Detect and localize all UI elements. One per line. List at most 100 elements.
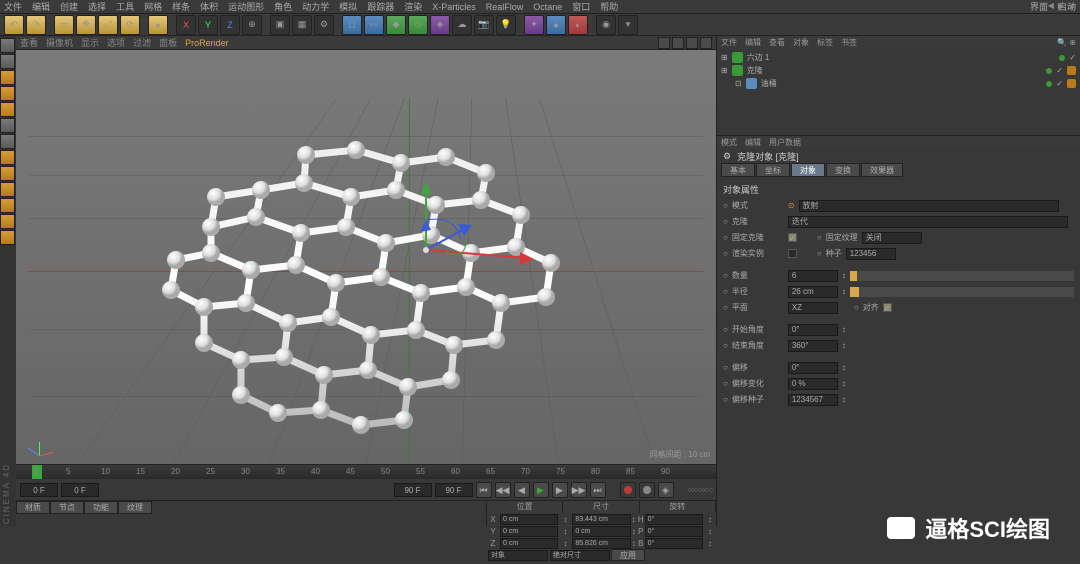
- mat-tab-func[interactable]: 功能: [84, 501, 118, 514]
- x-axis-toggle[interactable]: X: [176, 15, 196, 35]
- attr-end-field[interactable]: 360°: [788, 340, 838, 352]
- obj-item-0[interactable]: ⊞六边 1✓: [721, 51, 1076, 64]
- menu-window[interactable]: 窗口: [572, 0, 590, 13]
- environment[interactable]: ☁: [452, 15, 472, 35]
- attr-radius-field[interactable]: 26 cm: [788, 286, 838, 298]
- play-button[interactable]: ▶: [533, 482, 549, 498]
- menu-volume[interactable]: 体积: [200, 0, 218, 13]
- prev-frame-button[interactable]: ◀: [514, 482, 530, 498]
- attr-instance-checkbox[interactable]: [788, 249, 797, 258]
- viewport-3d[interactable]: 网格间距 : 10 cm: [16, 50, 716, 464]
- attr-start-field[interactable]: 0°: [788, 324, 838, 336]
- coord-system[interactable]: ⊕: [242, 15, 262, 35]
- rotate-tool[interactable]: ⟳: [120, 15, 140, 35]
- cube-primitive[interactable]: ◻: [342, 15, 362, 35]
- attr-fixtex-dropdown[interactable]: 关闭: [862, 232, 922, 244]
- attr-offset-field[interactable]: 0°: [788, 362, 838, 374]
- goto-end-button[interactable]: ⏭: [590, 482, 606, 498]
- om-menu-tags[interactable]: 标签: [817, 37, 833, 48]
- vp-nav1[interactable]: [658, 37, 670, 49]
- record-button[interactable]: [620, 482, 636, 498]
- attr-mode-dropdown[interactable]: 放射: [799, 200, 1059, 212]
- point-mode[interactable]: [0, 70, 15, 85]
- menu-octane[interactable]: Octane: [533, 2, 562, 12]
- render-settings[interactable]: ⚙: [314, 15, 334, 35]
- render-view[interactable]: ▣: [270, 15, 290, 35]
- misc-mode[interactable]: [0, 230, 15, 245]
- camera[interactable]: 📷: [474, 15, 494, 35]
- mat-tab-node[interactable]: 节点: [50, 501, 84, 514]
- timeline-ruler[interactable]: 0 5 10 15 20 25 30 35 40 45 50 55 60 65 …: [16, 465, 716, 479]
- generator[interactable]: ◆: [386, 15, 406, 35]
- edge-mode[interactable]: [0, 86, 15, 101]
- goto-start-button[interactable]: ⏮: [476, 482, 492, 498]
- scale-tool[interactable]: ⤢: [98, 15, 118, 35]
- vp-menu-options[interactable]: 选项: [107, 36, 125, 49]
- attr-ovar-field[interactable]: 0 %: [788, 378, 838, 390]
- coord-z-size[interactable]: 85.826 cm: [572, 538, 630, 549]
- obj-item-1[interactable]: ⊞克隆✓: [721, 64, 1076, 77]
- coord-mode2[interactable]: 绝对尺寸: [550, 550, 610, 561]
- z-axis-toggle[interactable]: Z: [220, 15, 240, 35]
- attr-menu-userdata[interactable]: 用户数据: [769, 137, 801, 148]
- menu-edit[interactable]: 编辑: [32, 0, 50, 13]
- om-search-icon[interactable]: 🔍: [1057, 38, 1067, 47]
- menu-xparticles[interactable]: X-Particles: [432, 2, 476, 12]
- attr-plane-dropdown[interactable]: XZ: [788, 302, 838, 314]
- timeline-end2-field[interactable]: [435, 483, 473, 497]
- axis-mode[interactable]: [0, 118, 15, 133]
- menu-simulate[interactable]: 模拟: [339, 0, 357, 13]
- attr-menu-edit[interactable]: 编辑: [745, 137, 761, 148]
- attr-clone-dropdown[interactable]: 迭代: [788, 216, 1068, 228]
- menu-create[interactable]: 创建: [60, 0, 78, 13]
- menu-file[interactable]: 文件: [4, 0, 22, 13]
- coord-z-rot[interactable]: 0°: [645, 538, 703, 549]
- prev-key-button[interactable]: ◀◀: [495, 482, 511, 498]
- coord-x-pos[interactable]: 0 cm: [500, 514, 558, 525]
- next-key-button[interactable]: ▶▶: [571, 482, 587, 498]
- locked[interactable]: [0, 198, 15, 213]
- workplane[interactable]: [0, 182, 15, 197]
- key-channels[interactable]: ○○○ ○○○ ○: [688, 487, 713, 494]
- menu-dynamics[interactable]: 动力学: [302, 0, 329, 13]
- model-mode[interactable]: [0, 38, 15, 53]
- attr-nav-up[interactable]: ▲: [1068, 1, 1076, 10]
- mat-tab-material[interactable]: 材质: [16, 501, 50, 514]
- attr-nav-fwd[interactable]: ▶: [1058, 1, 1064, 10]
- menu-mesh[interactable]: 网格: [144, 0, 162, 13]
- obj-item-2[interactable]: ⊡油桶✓: [721, 77, 1076, 90]
- rf-tool[interactable]: ●: [546, 15, 566, 35]
- menu-help[interactable]: 帮助: [600, 0, 618, 13]
- key-opts-button[interactable]: ◈: [658, 482, 674, 498]
- om-menu-view[interactable]: 查看: [769, 37, 785, 48]
- coord-y-size[interactable]: 0 cm: [572, 526, 630, 537]
- coord-y-pos[interactable]: 0 cm: [500, 526, 558, 537]
- om-menu-edit[interactable]: 编辑: [745, 37, 761, 48]
- snap-toggle[interactable]: [0, 166, 15, 181]
- recent-tool[interactable]: ●: [148, 15, 168, 35]
- menu-mograph[interactable]: 运动图形: [228, 0, 264, 13]
- coord-z-pos[interactable]: 0 cm: [500, 538, 558, 549]
- viewport-solo[interactable]: [0, 134, 15, 149]
- soft-select[interactable]: [0, 214, 15, 229]
- menu-tracker[interactable]: 跟踪器: [367, 0, 394, 13]
- generator2[interactable]: ◇: [408, 15, 428, 35]
- texture-mode[interactable]: [0, 54, 15, 69]
- move-tool[interactable]: ✥: [76, 15, 96, 35]
- attr-tab-basic[interactable]: 基本: [721, 163, 755, 177]
- menu-tools[interactable]: 工具: [116, 0, 134, 13]
- tweak-mode[interactable]: [0, 150, 15, 165]
- attr-align-checkbox[interactable]: ✓: [883, 303, 892, 312]
- vp-menu-filter[interactable]: 过滤: [133, 36, 151, 49]
- om-menu-object[interactable]: 对象: [793, 37, 809, 48]
- attr-tab-effector[interactable]: 效果器: [861, 163, 903, 177]
- attr-seed-field[interactable]: 123456: [846, 248, 896, 260]
- timeline-end-field[interactable]: [394, 483, 432, 497]
- attr-menu-mode[interactable]: 模式: [721, 137, 737, 148]
- attr-radius-slider[interactable]: [850, 287, 1074, 297]
- mat-tab-texture[interactable]: 纹理: [118, 501, 152, 514]
- coord-mode1[interactable]: 对象: [488, 550, 548, 561]
- attr-oseed-field[interactable]: 1234567: [788, 394, 838, 406]
- attr-fixclone-checkbox[interactable]: ✓: [788, 233, 797, 242]
- vp-menu-view[interactable]: 查看: [20, 36, 38, 49]
